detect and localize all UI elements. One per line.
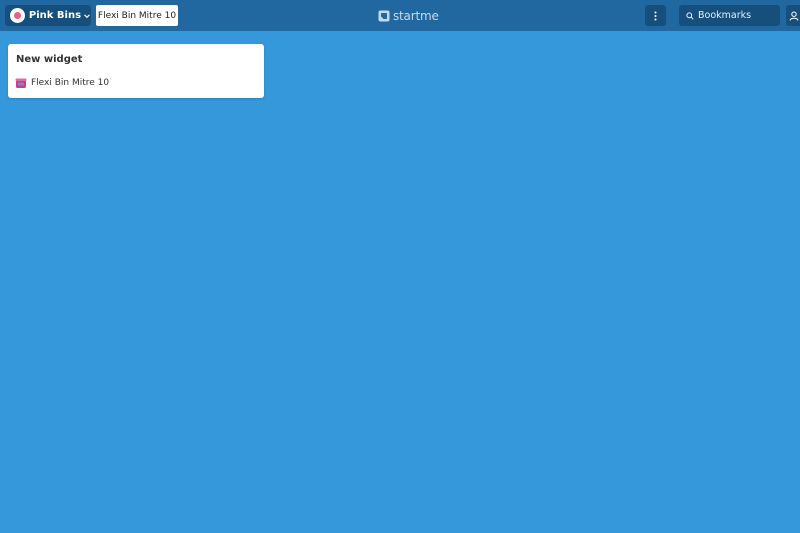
page-avatar-dot [13, 12, 21, 19]
search-icon [686, 11, 694, 20]
top-bar: Pink Bins Flexi Bin Mitre 10 startme Boo… [0, 0, 800, 31]
flexi-bin-favicon-icon [15, 78, 27, 88]
vertical-ellipsis-icon [654, 11, 657, 20]
bookmark-label: Flexi Bin Mitre 10 [31, 78, 110, 88]
startme-logo-text: startme [393, 8, 439, 23]
more-options-button[interactable] [645, 5, 666, 26]
bookmark-link[interactable]: Flexi Bin Mitre 10 [15, 76, 109, 90]
user-account-button[interactable] [786, 5, 800, 26]
startme-logo[interactable]: startme [378, 8, 439, 23]
widget-title[interactable]: New widget [16, 54, 82, 65]
page-switcher-button[interactable]: Pink Bins [5, 5, 91, 26]
page-switcher-label: Pink Bins [28, 10, 82, 21]
chevron-down-icon [84, 13, 90, 18]
user-icon [789, 11, 799, 21]
bookmarks-search[interactable]: Bookmarks [679, 5, 780, 26]
bookmark-widget: New widget Flexi Bin Mitre 10 [8, 44, 264, 98]
search-label: Bookmarks [698, 10, 752, 21]
tab-flexi-bin-mitre-10[interactable]: Flexi Bin Mitre 10 [96, 5, 178, 26]
page-avatar [10, 8, 25, 23]
startme-logo-icon [378, 10, 390, 21]
